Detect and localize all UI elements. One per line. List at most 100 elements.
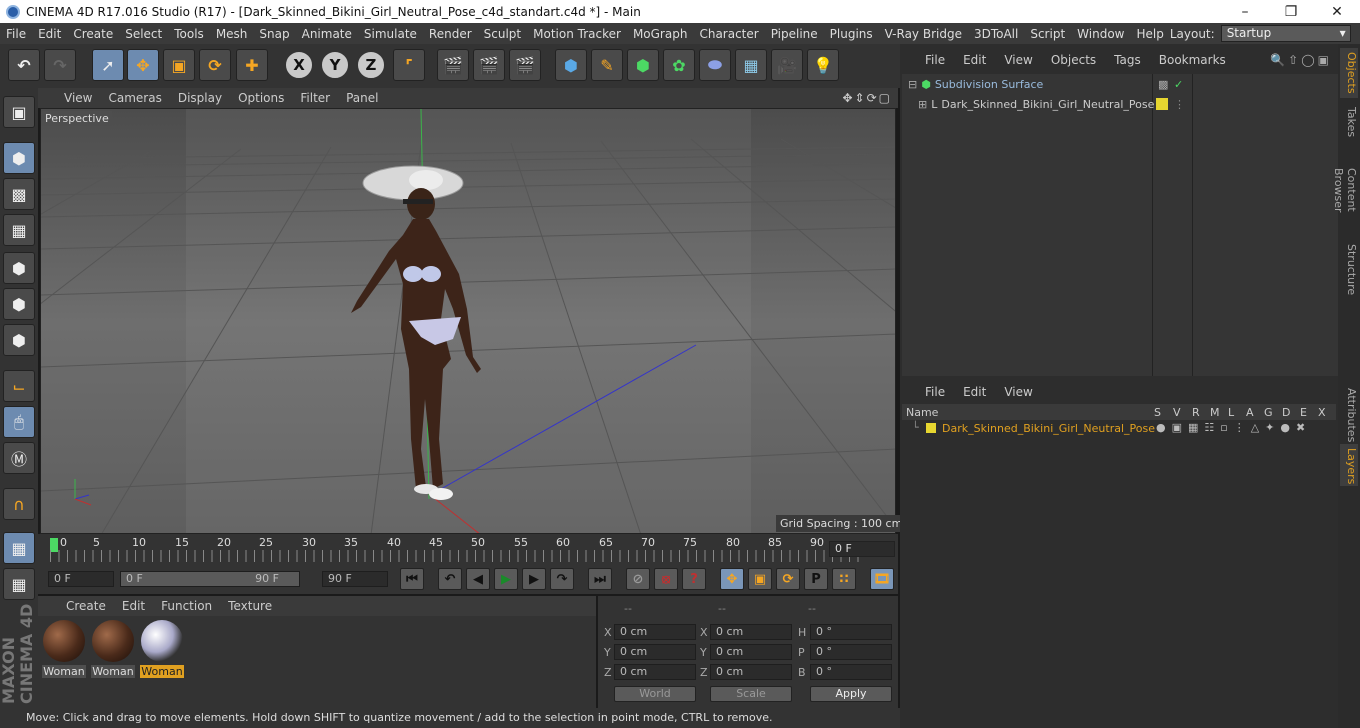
pen-spline-icon[interactable]: ✎	[591, 49, 623, 81]
tab-objects[interactable]: Objects	[1340, 48, 1358, 98]
layer-menu-view[interactable]: View	[995, 385, 1041, 399]
apply-button[interactable]: Apply	[810, 686, 892, 702]
key-pla-icon[interactable]: ∷	[832, 568, 856, 590]
menu-pipeline[interactable]: Pipeline	[765, 27, 824, 41]
material-menu-texture[interactable]: Texture	[220, 599, 280, 613]
camera-icon[interactable]: 🎥	[771, 49, 803, 81]
timeline-window-icon[interactable]: 🎞	[870, 568, 894, 590]
size-mode-dropdown[interactable]: Scale	[710, 686, 792, 702]
texture-mode-icon[interactable]: ▩	[3, 178, 35, 210]
layout-dropdown[interactable]: Startup	[1220, 25, 1351, 42]
menu-3dtoall[interactable]: 3DToAll	[968, 27, 1024, 41]
layer-toggle-icons[interactable]: ●▣▦☷▫⋮△✦●✖	[1156, 421, 1311, 434]
material-swatch[interactable]: Woman	[42, 620, 86, 678]
object-menu-view[interactable]: View	[995, 53, 1041, 67]
menu-mograph[interactable]: MoGraph	[627, 27, 694, 41]
visibility-dots-icon[interactable]: ▩	[1158, 78, 1168, 91]
viewport-nav-icons[interactable]: ✥⇕⟳▢	[842, 91, 892, 105]
key-position-icon[interactable]: ✥	[720, 568, 744, 590]
object-menu-edit[interactable]: Edit	[954, 53, 995, 67]
object-row-subdivision-surface[interactable]: ⊟ ⬢ Subdivision Surface ▩ ✓	[902, 74, 1338, 94]
layer-col-deformers[interactable]: D	[1282, 406, 1290, 419]
menu-vray-bridge[interactable]: V-Ray Bridge	[879, 27, 968, 41]
object-menu-bookmarks[interactable]: Bookmarks	[1150, 53, 1235, 67]
layer-row[interactable]: └ Dark_Skinned_Bikini_Girl_Neutral_Pose …	[902, 420, 1336, 438]
layer-col-expressions[interactable]: E	[1300, 406, 1307, 419]
material-menu-create[interactable]: Create	[58, 599, 114, 613]
close-button[interactable]: ✕	[1314, 4, 1360, 20]
max-time-field[interactable]: 90 F	[322, 571, 388, 587]
polygons-mode-icon[interactable]: ⬢	[3, 324, 35, 356]
menu-snap[interactable]: Snap	[253, 27, 295, 41]
key-scale-icon[interactable]: ▣	[748, 568, 772, 590]
tab-attributes[interactable]: Attributes	[1340, 384, 1358, 442]
viewport-menu-display[interactable]: Display	[170, 91, 230, 105]
visibility-dots-icon[interactable]: ⋮	[1174, 98, 1185, 111]
deformer-icon[interactable]: ⬬	[699, 49, 731, 81]
menu-create[interactable]: Create	[67, 27, 119, 41]
menu-edit[interactable]: Edit	[32, 27, 67, 41]
material-swatch[interactable]: Woman	[91, 620, 135, 678]
menu-motion-tracker[interactable]: Motion Tracker	[527, 27, 627, 41]
menu-select[interactable]: Select	[119, 27, 168, 41]
goto-end-icon[interactable]: ⏭	[588, 568, 612, 590]
minimize-button[interactable]: –	[1222, 4, 1268, 20]
rot-h-field[interactable]: 0 °	[810, 624, 892, 640]
menu-sculpt[interactable]: Sculpt	[478, 27, 527, 41]
planar-workplane-icon[interactable]: ▦	[3, 568, 35, 600]
scale-tool-icon[interactable]: ▣	[163, 49, 195, 81]
z-axis-lock-button[interactable]: Z	[356, 50, 386, 80]
material-menu-edit[interactable]: Edit	[114, 599, 153, 613]
material-swatch-selected[interactable]: Woman	[140, 620, 184, 678]
layer-col-locked[interactable]: L	[1228, 406, 1234, 419]
autokeying-icon[interactable]: ⦻	[654, 568, 678, 590]
layer-col-manager[interactable]: M	[1210, 406, 1220, 419]
points-mode-icon[interactable]: ⬢	[3, 252, 35, 284]
layer-menu-file[interactable]: File	[916, 385, 954, 399]
cloner-icon[interactable]: ✿	[663, 49, 695, 81]
layer-col-solo[interactable]: S	[1154, 406, 1161, 419]
menu-file[interactable]: File	[0, 27, 32, 41]
collapse-icon[interactable]: ⊟	[908, 78, 917, 91]
layer-col-generators[interactable]: G	[1264, 406, 1273, 419]
goto-next-key-icon[interactable]: ↷	[550, 568, 574, 590]
workplane-icon[interactable]: ▦	[3, 214, 35, 246]
menu-render[interactable]: Render	[423, 27, 478, 41]
render-view-icon[interactable]: 🎬	[437, 49, 469, 81]
prev-frame-icon[interactable]: ◀	[466, 568, 490, 590]
make-editable-icon[interactable]: ▣	[3, 96, 35, 128]
menu-tools[interactable]: Tools	[168, 27, 210, 41]
min-time-field[interactable]: 0 F	[48, 571, 114, 587]
light-icon[interactable]: 💡	[807, 49, 839, 81]
redo-icon[interactable]: ↷	[44, 49, 76, 81]
object-row-character[interactable]: ⊞ L Dark_Skinned_Bikini_Girl_Neutral_Pos…	[902, 94, 1338, 114]
menu-window[interactable]: Window	[1071, 27, 1130, 41]
object-manager-nav-icons[interactable]: 🔍⇧◯▣	[1270, 53, 1332, 67]
magnet-icon[interactable]: ∩	[3, 488, 35, 520]
render-picture-viewer-icon[interactable]: 🎬	[473, 49, 505, 81]
record-keys-disabled-icon[interactable]: ⊘	[626, 568, 650, 590]
layer-menu-edit[interactable]: Edit	[954, 385, 995, 399]
transform-tool-icon[interactable]: ✚	[236, 49, 268, 81]
enabled-check-icon[interactable]: ✓	[1174, 78, 1183, 91]
pos-y-field[interactable]: 0 cm	[614, 644, 696, 660]
coordinate-system-icon[interactable]: ⌜	[393, 49, 425, 81]
edges-mode-icon[interactable]: ⬢	[3, 288, 35, 320]
menu-help[interactable]: Help	[1130, 27, 1169, 41]
timeline-ruler[interactable]: 0 5 10 15 20 25 30 35 40 45 50 55 60 65 …	[38, 534, 898, 564]
rot-b-field[interactable]: 0 °	[810, 664, 892, 680]
current-frame-field[interactable]: 0 F	[829, 541, 895, 557]
cube-primitive-icon[interactable]: ⬢	[555, 49, 587, 81]
pos-z-field[interactable]: 0 cm	[614, 664, 696, 680]
viewport-menu-options[interactable]: Options	[230, 91, 292, 105]
rot-p-field[interactable]: 0 °	[810, 644, 892, 660]
rotate-tool-icon[interactable]: ⟳	[199, 49, 231, 81]
tab-structure[interactable]: Structure	[1340, 240, 1358, 296]
expand-icon[interactable]: ⊞	[918, 98, 927, 111]
menu-mesh[interactable]: Mesh	[210, 27, 254, 41]
menu-character[interactable]: Character	[693, 27, 764, 41]
floor-icon[interactable]: ▦	[735, 49, 767, 81]
tab-content-browser[interactable]: Content Browser	[1332, 144, 1358, 236]
tab-takes[interactable]: Takes	[1340, 102, 1358, 142]
layer-color-swatch[interactable]	[1156, 98, 1168, 110]
